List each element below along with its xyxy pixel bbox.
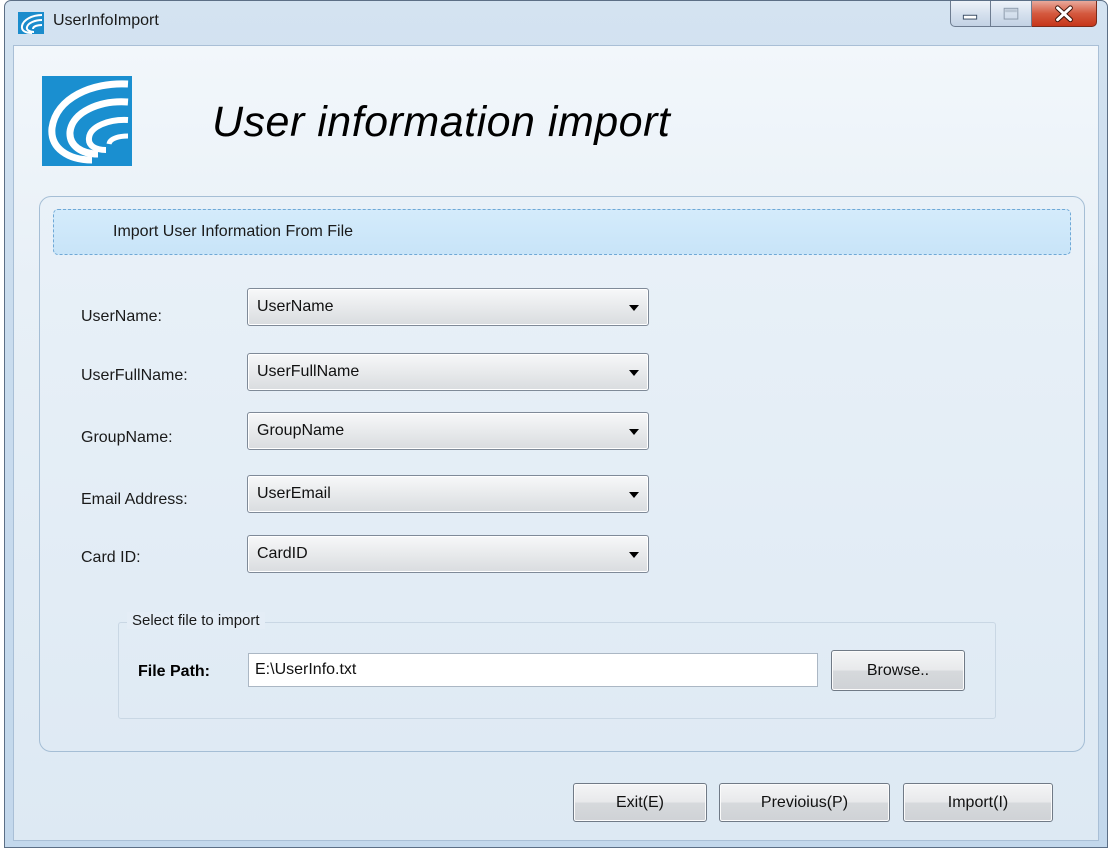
app-logo-icon bbox=[18, 12, 44, 34]
close-button[interactable] bbox=[1032, 1, 1097, 27]
dropdown-arrow-icon bbox=[629, 370, 639, 376]
username-select-value: UserName bbox=[257, 298, 334, 315]
section-header: Import User Information From File bbox=[53, 209, 1071, 255]
maximize-icon bbox=[1003, 7, 1019, 20]
window-controls bbox=[950, 1, 1097, 31]
userfullname-select-value: UserFullName bbox=[257, 363, 360, 380]
minimize-icon bbox=[962, 14, 978, 20]
select-file-group: Select file to import File Path: Browse.… bbox=[118, 612, 996, 719]
file-path-input[interactable] bbox=[248, 653, 818, 687]
userfullname-label: UserFullName: bbox=[81, 367, 188, 384]
cardid-select-value: CardID bbox=[257, 545, 308, 562]
username-label: UserName: bbox=[81, 308, 162, 325]
maximize-button[interactable] bbox=[991, 1, 1032, 27]
cardid-label: Card ID: bbox=[81, 549, 141, 566]
section-header-label: Import User Information From File bbox=[113, 223, 354, 240]
dropdown-arrow-icon bbox=[629, 552, 639, 558]
app-window: UserInfoImport User information import I… bbox=[4, 0, 1108, 848]
email-select-value: UserEmail bbox=[257, 485, 331, 502]
userfullname-select[interactable]: UserFullName bbox=[247, 353, 649, 391]
groupname-label: GroupName: bbox=[81, 429, 173, 446]
minimize-button[interactable] bbox=[950, 1, 991, 27]
exit-button[interactable]: Exit(E) bbox=[573, 783, 707, 822]
client-area: User information import Import User Info… bbox=[13, 45, 1099, 841]
app-logo-icon bbox=[42, 76, 132, 166]
import-button[interactable]: Import(I) bbox=[903, 783, 1053, 822]
select-file-legend: Select file to import bbox=[127, 612, 265, 629]
email-label: Email Address: bbox=[81, 491, 188, 508]
dropdown-arrow-icon bbox=[629, 305, 639, 311]
previous-button[interactable]: Previoius(P) bbox=[719, 783, 890, 822]
title-bar[interactable]: UserInfoImport bbox=[5, 1, 1107, 45]
page-title: User information import bbox=[212, 98, 671, 146]
cardid-select[interactable]: CardID bbox=[247, 535, 649, 573]
username-select[interactable]: UserName bbox=[247, 288, 649, 326]
file-path-label: File Path: bbox=[138, 663, 211, 680]
email-select[interactable]: UserEmail bbox=[247, 475, 649, 513]
import-panel: Import User Information From File UserNa… bbox=[39, 196, 1085, 752]
dropdown-arrow-icon bbox=[629, 492, 639, 498]
browse-button[interactable]: Browse.. bbox=[831, 650, 965, 691]
groupname-select[interactable]: GroupName bbox=[247, 412, 649, 450]
window-title: UserInfoImport bbox=[53, 12, 159, 29]
dropdown-arrow-icon bbox=[629, 429, 639, 435]
groupname-select-value: GroupName bbox=[257, 422, 345, 439]
close-icon bbox=[1055, 5, 1073, 23]
